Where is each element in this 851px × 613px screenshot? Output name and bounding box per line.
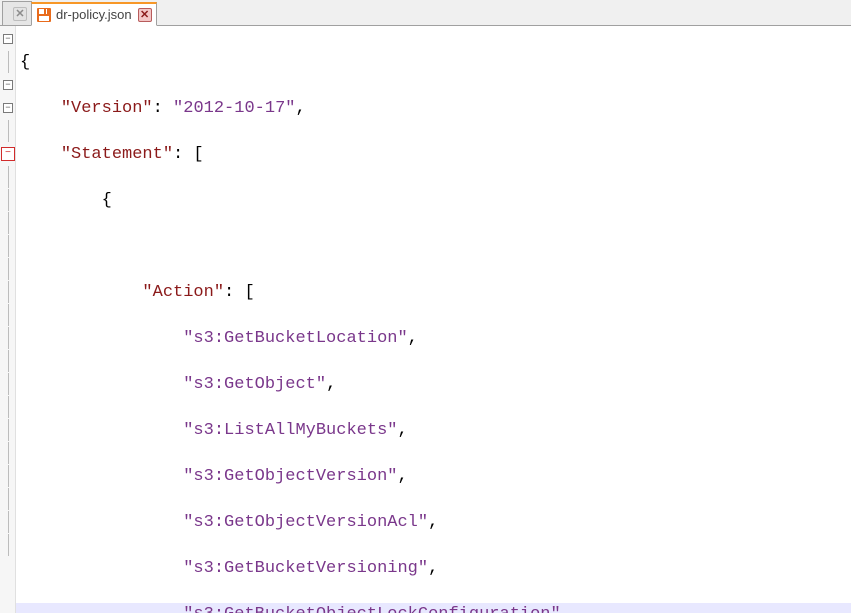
tab-bar: ✕ dr-policy.json ✕ [0,0,851,26]
code-line[interactable] [16,235,851,258]
code-line[interactable]: { [16,51,851,74]
fold-gutter[interactable]: − − − − [0,26,16,613]
code-line[interactable]: "s3:GetObjectVersion", [16,465,851,488]
fold-minus-icon[interactable]: − [3,103,13,113]
close-icon[interactable]: ✕ [138,8,152,22]
code-area[interactable]: { "Version": "2012-10-17", "Statement": … [16,26,851,613]
code-line[interactable]: "Statement": [ [16,143,851,166]
tab-label: dr-policy.json [56,7,132,22]
code-line[interactable]: "Version": "2012-10-17", [16,97,851,120]
code-line[interactable]: "s3:GetBucketVersioning", [16,557,851,580]
fold-minus-red-icon[interactable]: − [1,147,15,161]
code-line[interactable]: "s3:ListAllMyBuckets", [16,419,851,442]
code-line[interactable]: "s3:GetObjectVersionAcl", [16,511,851,534]
close-icon[interactable]: ✕ [13,7,27,21]
code-line-highlighted[interactable]: "s3:GetBucketObjectLockConfiguration", [16,603,851,613]
fold-minus-icon[interactable]: − [3,34,13,44]
save-icon [36,7,52,23]
tab-empty[interactable]: ✕ [2,1,32,25]
fold-minus-icon[interactable]: − [3,80,13,90]
code-line[interactable]: "Action": [ [16,281,851,304]
code-line[interactable]: { [16,189,851,212]
tab-dr-policy[interactable]: dr-policy.json ✕ [31,2,157,26]
code-line[interactable]: "s3:GetBucketLocation", [16,327,851,350]
editor: − − − − { "Version": "2012-10-17", "Stat… [0,26,851,613]
code-line[interactable]: "s3:GetObject", [16,373,851,396]
